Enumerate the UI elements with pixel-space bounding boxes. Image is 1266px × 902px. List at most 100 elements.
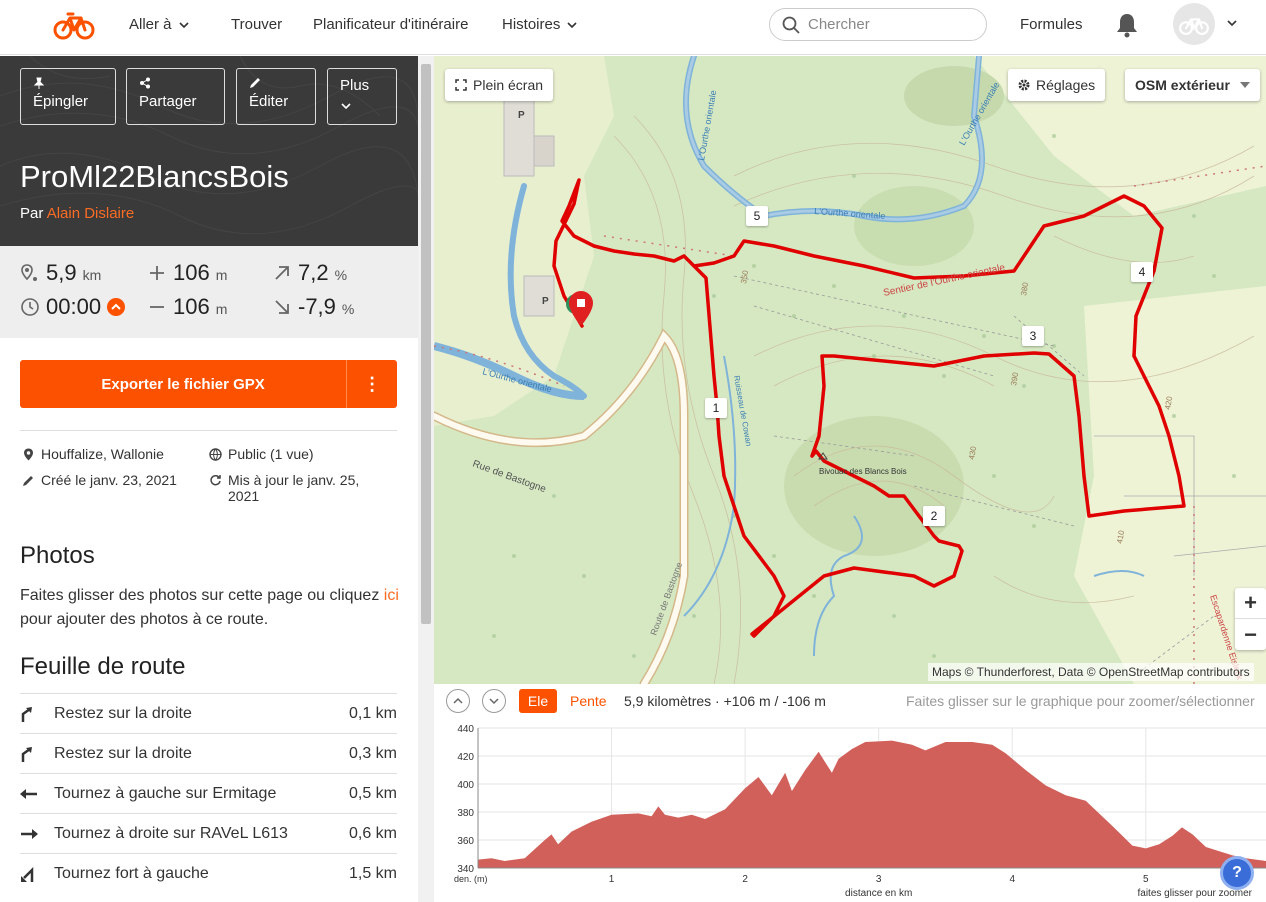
distance-icon xyxy=(21,264,37,281)
cuesheet-row[interactable]: Tournez à gauche sur Ermitage 0,5 km xyxy=(20,773,397,813)
search-input[interactable] xyxy=(808,16,968,33)
cuesheet-distance: 0,6 km xyxy=(348,824,397,842)
x-tick-label: 1 xyxy=(609,874,615,885)
bear-right-icon xyxy=(20,706,54,722)
top-nav: Aller à Trouver Planificateur d'itinérai… xyxy=(0,0,1266,55)
collapse-up-button[interactable] xyxy=(446,689,470,713)
waypoint-1[interactable]: 1 xyxy=(705,398,727,418)
nav-trouver-label: Trouver xyxy=(231,16,283,33)
export-gpx-label: Exporter le fichier GPX xyxy=(101,375,265,393)
turn-left-icon xyxy=(20,787,54,801)
updated-text: Mis à jour le janv. 25, 2021 xyxy=(228,472,360,504)
pin-button[interactable]: Épingler xyxy=(20,68,116,125)
zoom-controls: + − xyxy=(1235,588,1266,650)
meta-created: Créé le janv. 23, 2021 xyxy=(22,472,177,488)
fullscreen-button[interactable]: Plein écran xyxy=(445,69,554,101)
route-stats: 5,9 km 106 m 7,2 % 00:00 106 m -7,9 % xyxy=(0,246,418,338)
photos-text: Faites glisser des photos sur cette page… xyxy=(20,584,410,632)
bike-logo-icon[interactable] xyxy=(52,8,96,42)
chevron-down-icon xyxy=(178,21,189,28)
expand-down-button[interactable] xyxy=(482,689,506,713)
arrow-up-right-icon xyxy=(275,266,289,280)
waypoint-3[interactable]: 3 xyxy=(1022,326,1044,346)
route-map[interactable]: Bivouac des Blancs Bois Sentier de l'Our… xyxy=(434,56,1266,684)
chevron-up-icon xyxy=(453,697,463,704)
chevron-down-icon xyxy=(489,698,499,705)
help-button[interactable]: ? xyxy=(1220,856,1254,890)
parking-icon: P xyxy=(518,110,525,121)
stat-distance: 5,9 km xyxy=(20,260,101,286)
nav-histoires[interactable]: Histoires xyxy=(502,16,578,33)
visibility-text: Public (1 vue) xyxy=(228,446,314,462)
x-axis-label: distance en km xyxy=(845,888,912,899)
descent-unit: m xyxy=(215,301,228,317)
waypoint-4[interactable]: 4 xyxy=(1131,262,1153,282)
y-tick-label: 420 xyxy=(457,752,474,763)
globe-icon xyxy=(209,448,222,461)
cuesheet-distance: 0,3 km xyxy=(348,744,397,762)
stat-descent: 106 m xyxy=(147,294,227,320)
elevation-chart[interactable]: 3403603804004204401 2 3 4 5den. (m)distance … xyxy=(434,720,1266,902)
bear-right-icon xyxy=(20,746,54,762)
map-attribution: Maps © Thunderforest, Data © OpenStreetM… xyxy=(928,663,1254,681)
zoom-out-button[interactable]: − xyxy=(1235,619,1266,650)
avatar-bike-icon xyxy=(1179,17,1209,35)
share-icon xyxy=(140,77,150,89)
author-link[interactable]: Alain Dislaire xyxy=(47,205,135,222)
nav-planificateur[interactable]: Planificateur d'itinéraire xyxy=(313,16,468,33)
scrollbar-thumb[interactable] xyxy=(421,64,431,624)
minus-icon xyxy=(150,306,164,308)
cuesheet-text: Restez sur la droite xyxy=(54,704,192,722)
cuesheet-text: Tournez à gauche sur Ermitage xyxy=(54,784,277,802)
export-more-button[interactable]: ⋮ xyxy=(347,374,397,395)
nav-aller-a[interactable]: Aller à xyxy=(129,16,190,33)
tab-pente[interactable]: Pente xyxy=(570,693,607,709)
sharp-left-icon xyxy=(20,866,54,882)
x-tick-label: 5 xyxy=(1143,874,1149,885)
chevron-down-icon xyxy=(341,103,351,110)
search-box[interactable] xyxy=(769,8,987,41)
cuesheet-row[interactable]: Tournez à droite sur RAVeL L613 0,6 km xyxy=(20,813,397,853)
map-canvas[interactable]: Bivouac des Blancs Bois Sentier de l'Our… xyxy=(434,56,1266,684)
cuesheet-distance: 1,5 km xyxy=(348,864,397,882)
refresh-icon xyxy=(210,474,221,486)
tab-elevation[interactable]: Ele xyxy=(519,689,557,713)
bell-icon[interactable] xyxy=(1115,12,1139,38)
cuesheet-text: Tournez à droite sur RAVeL L613 xyxy=(54,824,288,842)
nav-histoires-label: Histoires xyxy=(502,16,561,33)
nav-trouver[interactable]: Trouver xyxy=(231,16,282,33)
grade-up-value: 7,2 xyxy=(298,260,329,285)
elevation-summary: 5,9 kilomètres · +106 m / -106 m xyxy=(624,693,826,709)
nav-formules[interactable]: Formules xyxy=(1020,16,1083,33)
fullscreen-label: Plein écran xyxy=(473,77,544,93)
cuesheet-row[interactable]: Restez sur la droite 0,1 km xyxy=(20,693,397,733)
share-label: Partager xyxy=(139,93,197,110)
divider xyxy=(20,430,397,431)
avatar[interactable] xyxy=(1173,3,1215,45)
stat-ascent: 106 m xyxy=(147,260,227,286)
x-tick-label: 4 xyxy=(1009,874,1015,885)
pencil-icon xyxy=(23,476,33,486)
cuesheet-row[interactable]: Restez sur la droite 0,3 km xyxy=(20,733,397,773)
route-sidebar: Épingler Partager Éditer Plus ProMl22Bla… xyxy=(0,56,418,902)
waypoint-2[interactable]: 2 xyxy=(923,506,945,526)
cuesheet-row[interactable]: Tournez fort à gauche 1,5 km xyxy=(20,853,397,893)
export-gpx-button[interactable]: Exporter le fichier GPX ⋮ xyxy=(20,360,397,408)
fullscreen-icon xyxy=(455,79,467,91)
cuesheet-text: Restez sur la droite xyxy=(54,744,192,762)
zoom-in-button[interactable]: + xyxy=(1235,588,1266,619)
arrow-down-right-icon xyxy=(275,300,289,314)
edit-button[interactable]: Éditer xyxy=(236,68,316,125)
route-byline: Par Alain Dislaire xyxy=(20,205,134,222)
chevron-down-icon[interactable] xyxy=(1226,17,1238,29)
time-value: 00:00 xyxy=(46,294,102,319)
more-button[interactable]: Plus xyxy=(327,68,397,125)
speed-badge-icon[interactable] xyxy=(107,298,126,316)
waypoint-5[interactable]: 5 xyxy=(746,206,768,226)
photos-upload-link[interactable]: ici xyxy=(384,587,399,604)
map-layer-select[interactable]: OSM extérieur xyxy=(1125,69,1260,101)
share-button[interactable]: Partager xyxy=(126,68,225,125)
location-text: Houffalize, Wallonie xyxy=(41,446,164,462)
created-text: Créé le janv. 23, 2021 xyxy=(41,472,177,488)
settings-button[interactable]: Réglages xyxy=(1008,69,1106,101)
